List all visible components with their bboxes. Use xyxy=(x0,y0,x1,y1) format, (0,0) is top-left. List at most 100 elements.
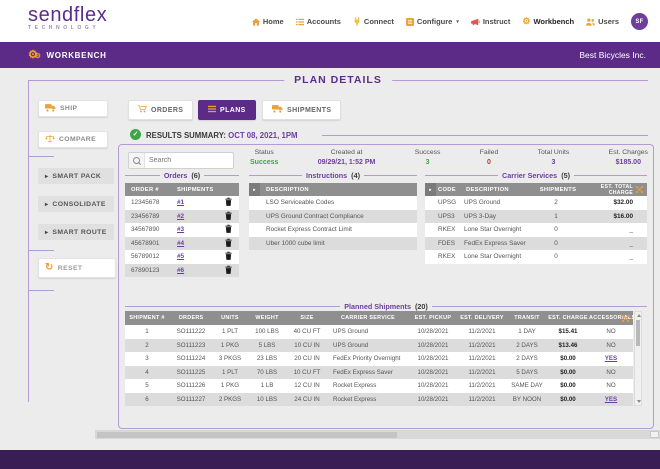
planned-shipments-section-title: Planned Shipments (20) xyxy=(125,302,647,311)
trash-icon xyxy=(225,211,232,222)
delete-order-button[interactable] xyxy=(209,224,239,235)
instructions-title: Instructions xyxy=(306,171,347,180)
compare-button[interactable]: COMPARE xyxy=(38,131,108,148)
shipment-weight: 10 LBS xyxy=(247,396,287,403)
nav-instruct[interactable]: Instruct xyxy=(471,17,511,26)
tab-orders-label: ORDERS xyxy=(151,107,183,114)
vertical-scrollbar[interactable] xyxy=(634,311,642,406)
scroll-down-arrow[interactable] xyxy=(637,400,641,403)
planned-shipment-row[interactable]: 3SO1112243 PKGS23 LBS20 CU INFedEx Prior… xyxy=(125,352,633,366)
stat-created-at: Created at 09/29/21, 1:52 PM xyxy=(318,149,376,166)
nav-label: Home xyxy=(263,17,284,26)
smart-route-button[interactable]: ▸ SMART ROUTE xyxy=(38,224,114,240)
nav-users[interactable]: Users xyxy=(586,17,619,26)
expand-all-toggle[interactable]: ▸ xyxy=(425,183,436,196)
instruction-row[interactable]: UPS Ground Contract Compliance xyxy=(249,210,417,224)
shipment-link[interactable]: #6 xyxy=(177,267,209,274)
shipment-accessorials: NO xyxy=(589,382,633,389)
delete-order-button[interactable] xyxy=(209,251,239,262)
carrier-code: FDES xyxy=(436,240,464,247)
scrollbar-thumb[interactable] xyxy=(636,320,640,346)
expand-all-toggle[interactable]: ▸ xyxy=(249,183,260,196)
planned-shipment-row[interactable]: 5SO1112261 PKG1 LB12 CU INRocket Express… xyxy=(125,379,633,393)
nav-accounts[interactable]: Accounts xyxy=(296,17,341,26)
tab-orders[interactable]: ORDERS xyxy=(128,100,193,120)
shipment-weight: 23 LBS xyxy=(247,355,287,362)
ship-button[interactable]: SHIP xyxy=(38,100,108,117)
carrier-service-row[interactable]: RKEXLone Star Overnight0_ xyxy=(425,250,647,264)
instruction-description: Rocket Express Contract Limit xyxy=(249,226,352,233)
nav-connect[interactable]: Connect xyxy=(353,17,394,26)
nav-home[interactable]: Home xyxy=(252,17,284,26)
carrier-service-row[interactable]: UPSGUPS Ground2$32.00 xyxy=(425,196,647,210)
reset-label: RESET xyxy=(58,265,83,272)
order-row: 45678901#4 xyxy=(125,237,239,251)
shipment-number: 4 xyxy=(125,369,169,376)
expand-table-icon[interactable] xyxy=(622,315,629,324)
planned-shipment-row[interactable]: 6SO1112272 PKGS10 LBS24 CU INRocket Expr… xyxy=(125,393,633,407)
logo-tagline: TECHNOLOGY xyxy=(28,26,107,31)
scroll-up-arrow[interactable] xyxy=(637,314,641,317)
carrier-services-count: (5) xyxy=(561,171,570,180)
shipment-transit: SAME DAY xyxy=(507,382,547,389)
column-header: EST. DELIVERY xyxy=(457,315,507,321)
delete-order-button[interactable] xyxy=(209,197,239,208)
tab-plans[interactable]: PLANS xyxy=(198,100,256,120)
shipment-accessorials[interactable]: YES xyxy=(589,355,633,362)
instruction-row[interactable]: LSO Serviceable Codes xyxy=(249,196,417,210)
shipment-units: 3 PKGS xyxy=(213,355,247,362)
nav-label: Accounts xyxy=(307,17,341,26)
carrier-service-row[interactable]: RKEXLone Star Overnight0_ xyxy=(425,223,647,237)
shipment-link[interactable]: #5 xyxy=(177,253,209,260)
shipment-est-charge: $13.46 xyxy=(547,342,589,349)
horizontal-scrollbar[interactable] xyxy=(95,430,660,439)
scrollbar-corner-button[interactable] xyxy=(650,431,659,438)
shipment-est-pickup: 10/28/2021 xyxy=(409,355,457,362)
order-row: 12345678#1 xyxy=(125,196,239,210)
planned-shipments-title: Planned Shipments xyxy=(344,302,411,311)
user-avatar[interactable]: SF xyxy=(631,13,648,30)
carrier-service-row[interactable]: FDESFedEx Express Saver0_ xyxy=(425,237,647,251)
order-number: 12345678 xyxy=(125,199,177,206)
planned-shipment-row[interactable]: 4SO1112251 PLT70 LBS10 CU FTFedEx Expres… xyxy=(125,366,633,380)
shipment-carrier-service: UPS Ground xyxy=(327,342,409,349)
shipment-link[interactable]: #1 xyxy=(177,199,209,206)
expand-table-icon[interactable] xyxy=(636,186,643,196)
tab-plans-label: PLANS xyxy=(220,107,246,114)
planned-shipment-row[interactable]: 2SO1112231 PKG5 LBS10 CU INUPS Ground10/… xyxy=(125,339,633,353)
shipment-link[interactable]: #4 xyxy=(177,240,209,247)
success-check-icon: ✓ xyxy=(130,129,141,140)
tab-shipments[interactable]: SHIPMENTS xyxy=(262,100,341,120)
shipment-orders: SO111222 xyxy=(169,328,213,335)
refresh-icon: ↻ xyxy=(45,263,54,273)
shipment-accessorials[interactable]: YES xyxy=(589,396,633,403)
planned-shipments-table-body: 1SO1112221 PLT100 LBS40 CU FTUPS Ground1… xyxy=(125,325,633,406)
stat-label: Failed xyxy=(480,149,499,156)
instruction-row[interactable]: Rocket Express Contract Limit xyxy=(249,223,417,237)
shipment-link[interactable]: #2 xyxy=(177,213,209,220)
logo-wordmark: sendflex xyxy=(28,5,107,25)
reset-button[interactable]: ↻ RESET xyxy=(38,258,116,278)
stat-label: Est. Charges xyxy=(609,149,648,156)
home-icon xyxy=(252,18,260,26)
smart-pack-button[interactable]: ▸ SMART PACK xyxy=(38,168,114,184)
nav-configure[interactable]: Configure ▾ xyxy=(406,17,459,26)
carrier-services-table-body: UPSGUPS Ground2$32.00UPS3UPS 3-Day1$16.0… xyxy=(425,196,647,264)
scrollbar-thumb[interactable] xyxy=(97,432,397,438)
shipment-est-delivery: 11/2/2021 xyxy=(457,369,507,376)
workbench-bar-title-group: ⚙⚙ WORKBENCH xyxy=(28,50,107,61)
stat-total-units: Total Units 3 xyxy=(538,149,570,166)
instruction-row[interactable]: Uber 1000 cube limit xyxy=(249,237,417,251)
carrier-service-row[interactable]: UPS3UPS 3-Day1$16.00 xyxy=(425,210,647,224)
planned-shipment-row[interactable]: 1SO1112221 PLT100 LBS40 CU FTUPS Ground1… xyxy=(125,325,633,339)
consolidate-button[interactable]: ▸ CONSOLIDATE xyxy=(38,196,114,212)
search-input[interactable] xyxy=(145,157,227,164)
nav-label: Connect xyxy=(364,17,394,26)
order-row: 34567890#3 xyxy=(125,223,239,237)
delete-order-button[interactable] xyxy=(209,238,239,249)
nav-workbench[interactable]: ⚙ Workbench xyxy=(522,17,574,26)
shipment-link[interactable]: #3 xyxy=(177,226,209,233)
delete-order-button[interactable] xyxy=(209,265,239,276)
delete-order-button[interactable] xyxy=(209,211,239,222)
carrier-description: Lone Star Overnight xyxy=(464,226,534,233)
